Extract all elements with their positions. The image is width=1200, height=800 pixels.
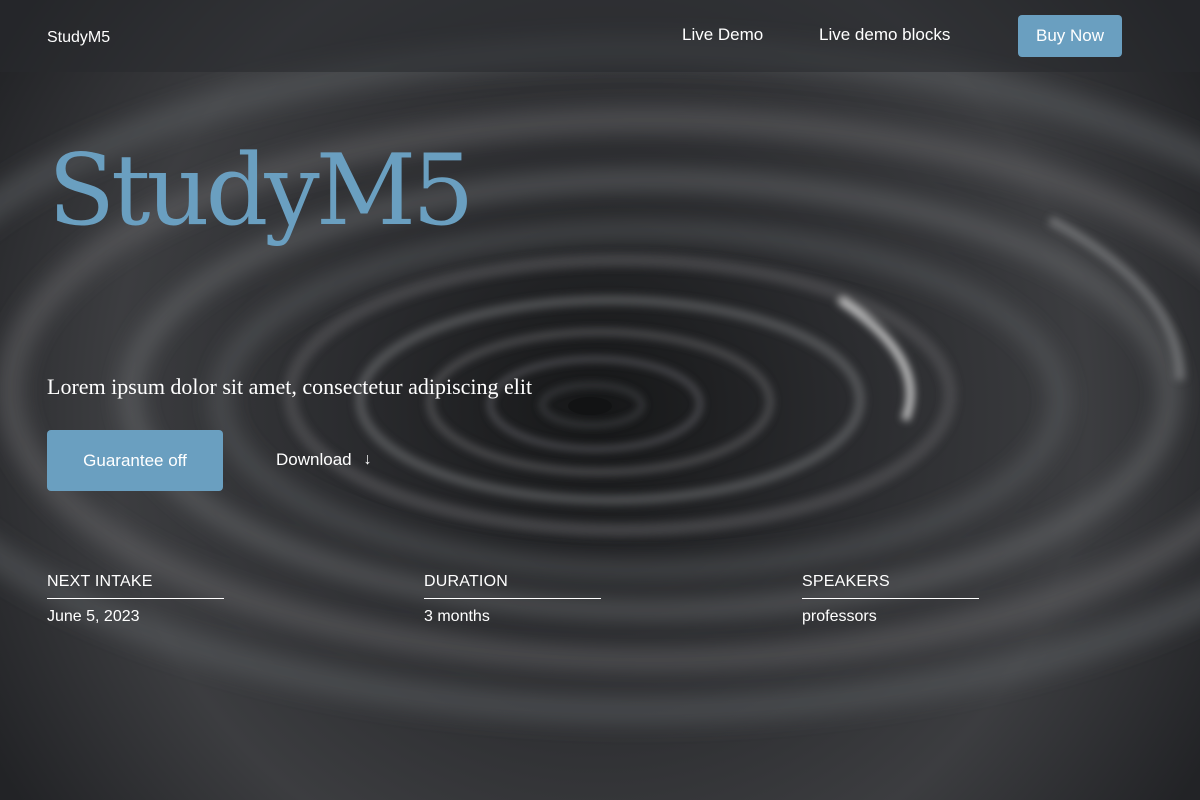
info-divider: [47, 598, 224, 599]
site-header: StudyM5 Live Demo Live demo blocks Buy N…: [0, 0, 1200, 72]
hero-title: StudyM5: [48, 134, 474, 248]
brand-logo-link[interactable]: StudyM5: [47, 29, 110, 47]
download-label: Download: [276, 450, 352, 469]
hero-subtitle: Lorem ipsum dolor sit amet, consectetur …: [47, 374, 533, 399]
info-speakers: SPEAKERS professors: [802, 572, 979, 627]
info-label: SPEAKERS: [802, 573, 890, 590]
arrow-down-icon: ↓: [363, 451, 372, 468]
landing-page: StudyM5 Live Demo Live demo blocks Buy N…: [0, 0, 1200, 800]
nav-live-demo-blocks-link[interactable]: Live demo blocks: [819, 25, 950, 45]
download-link[interactable]: Download ↓: [276, 450, 372, 470]
buy-now-button[interactable]: Buy Now: [1018, 15, 1122, 57]
info-value: 3 months: [424, 608, 490, 625]
info-duration: DURATION 3 months: [424, 572, 601, 627]
info-divider: [802, 598, 979, 599]
info-value: June 5, 2023: [47, 608, 140, 625]
info-divider: [424, 598, 601, 599]
nav-live-demo-link[interactable]: Live Demo: [682, 25, 763, 45]
info-label: NEXT INTAKE: [47, 573, 153, 590]
info-value: professors: [802, 608, 877, 625]
info-next-intake: NEXT INTAKE June 5, 2023: [47, 572, 224, 627]
guarantee-off-button[interactable]: Guarantee off: [47, 430, 223, 491]
water-ripple-background: [0, 0, 1200, 800]
info-label: DURATION: [424, 573, 508, 590]
